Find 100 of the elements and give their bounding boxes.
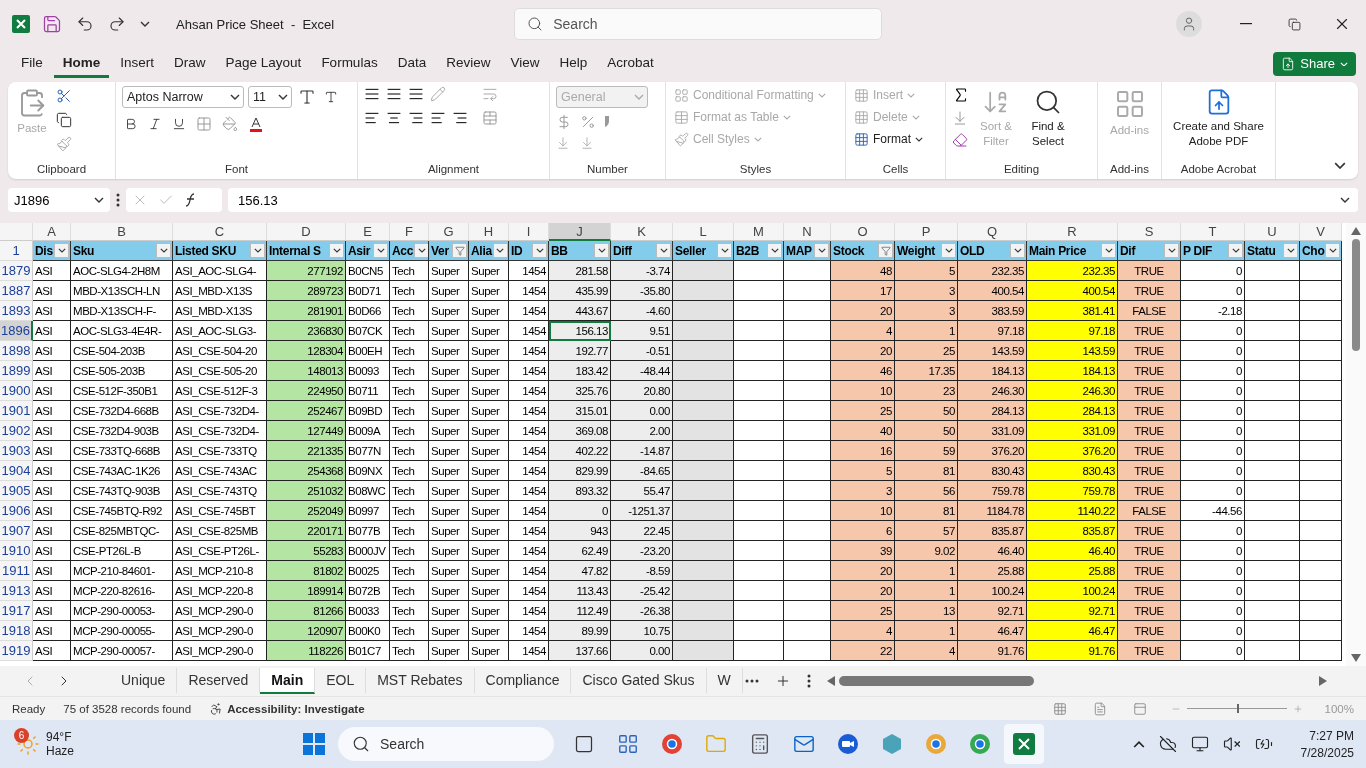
spreadsheet-app-button[interactable] <box>1004 724 1044 765</box>
filter-button[interactable] <box>1164 243 1179 259</box>
column-header[interactable]: H <box>469 223 509 242</box>
font-size-field[interactable]: 11 <box>248 85 292 108</box>
row-header[interactable]: 1911 <box>0 561 33 582</box>
column-header[interactable]: G <box>429 223 469 242</box>
menu-tab[interactable]: Review <box>437 49 500 79</box>
sheet-tab[interactable]: Main <box>260 668 316 695</box>
filter-button[interactable] <box>717 243 732 259</box>
column-header[interactable]: B <box>71 223 173 242</box>
row-header[interactable]: 1913 <box>0 581 33 602</box>
weather-widget[interactable]: 6 94°F Haze <box>16 724 74 765</box>
row-header[interactable]: 1904 <box>0 461 33 482</box>
filter-button[interactable] <box>414 243 428 259</box>
column-header[interactable]: M <box>734 223 784 242</box>
column-header[interactable]: V <box>1300 223 1342 242</box>
sheet-tab[interactable]: W <box>706 668 743 695</box>
menu-tab[interactable]: Acrobat <box>598 49 663 79</box>
row-header[interactable]: 1898 <box>0 341 33 362</box>
formula-field[interactable]: 156.13 <box>228 188 1358 213</box>
column-header[interactable]: C <box>173 223 267 242</box>
find-select-button[interactable]: Find & Select <box>1022 85 1074 162</box>
sheet-tab[interactable]: EOL <box>315 668 367 695</box>
filter-button[interactable] <box>656 243 671 259</box>
column-header[interactable]: P <box>895 223 958 242</box>
row-header[interactable]: 1893 <box>0 301 33 322</box>
sheet-tab[interactable]: Cisco Gated Skus <box>571 668 707 695</box>
scrollbar-thumb[interactable] <box>838 676 1034 687</box>
cells-menu-button[interactable]: Format <box>852 129 925 149</box>
menu-tab[interactable]: View <box>501 49 549 79</box>
filter-button[interactable] <box>1101 243 1116 259</box>
menu-tab[interactable]: Draw <box>165 49 215 79</box>
font-name-field[interactable]: Aptos Narrow <box>122 85 244 108</box>
filter-button[interactable] <box>156 243 171 259</box>
customize-button[interactable] <box>138 19 152 29</box>
menu-tab[interactable]: Formulas <box>312 49 387 79</box>
filter-button[interactable] <box>492 243 508 259</box>
column-header[interactable]: I <box>509 223 549 242</box>
filter-button[interactable] <box>767 243 782 259</box>
column-header[interactable]: N <box>784 223 831 242</box>
row-header[interactable]: 1887 <box>0 281 33 302</box>
row-header[interactable]: 1899 <box>0 361 33 382</box>
filter-button[interactable] <box>941 243 956 259</box>
scrollbar-thumb[interactable] <box>1352 239 1360 352</box>
filter-button[interactable] <box>1283 243 1298 259</box>
sheet-tab[interactable]: Unique <box>110 668 178 695</box>
row-header[interactable]: 1907 <box>0 521 33 542</box>
row-header[interactable]: 1896 <box>0 321 33 342</box>
menu-tab[interactable]: Page Layout <box>216 49 311 79</box>
column-header[interactable]: T <box>1181 223 1245 242</box>
sheet-tab[interactable]: Compliance <box>474 668 572 695</box>
filter-button[interactable] <box>532 243 547 259</box>
search-field[interactable]: Search <box>514 8 883 40</box>
row-header[interactable]: 1919 <box>0 641 33 662</box>
filter-button[interactable] <box>54 243 69 259</box>
zoom-thumb[interactable] <box>1236 704 1239 714</box>
column-header[interactable]: K <box>611 223 673 242</box>
menu-tab[interactable]: Insert <box>111 49 164 79</box>
row-header[interactable]: 1910 <box>0 541 33 562</box>
column-header[interactable]: O <box>831 223 895 242</box>
filter-button[interactable] <box>814 243 829 259</box>
vertical-scrollbar[interactable] <box>1346 223 1366 667</box>
name-box[interactable]: J1896 <box>8 188 110 213</box>
filter-button[interactable] <box>329 243 344 259</box>
taskbar-search-field[interactable]: Search <box>338 727 554 762</box>
row-header[interactable]: 1901 <box>0 401 33 422</box>
column-header[interactable]: S <box>1118 223 1181 242</box>
column-header[interactable]: Q <box>958 223 1027 242</box>
filter-button[interactable] <box>1325 243 1341 259</box>
menu-tab[interactable]: Home <box>53 49 110 79</box>
share-button[interactable]: Share <box>1273 51 1356 76</box>
row-header[interactable]: 1917 <box>0 601 33 622</box>
row-header[interactable]: 1879 <box>0 261 33 282</box>
menu-tab[interactable]: Help <box>550 49 597 79</box>
row-header[interactable]: 1902 <box>0 421 33 442</box>
selected-cell[interactable]: 156.13 <box>549 321 611 342</box>
column-header[interactable]: J <box>549 223 611 242</box>
column-header[interactable]: L <box>673 223 734 242</box>
row-header[interactable]: 1 <box>0 241 33 262</box>
filter-button[interactable] <box>1010 243 1025 259</box>
column-header[interactable]: A <box>33 223 71 242</box>
filter-button[interactable] <box>250 243 265 259</box>
filter-button[interactable] <box>594 243 609 259</box>
accessibility-status[interactable]: Accessibility: Investigate <box>227 702 365 715</box>
column-header[interactable]: E <box>346 223 390 242</box>
row-header[interactable]: 1918 <box>0 621 33 642</box>
create-pdf-button[interactable]: Create and Share Adobe PDF <box>1168 85 1269 162</box>
menu-tab[interactable]: Data <box>388 49 436 79</box>
row-header[interactable]: 1900 <box>0 381 33 402</box>
filter-button[interactable] <box>1228 243 1243 259</box>
filter-button[interactable] <box>373 243 388 259</box>
row-header[interactable]: 1905 <box>0 481 33 502</box>
row-header[interactable]: 1906 <box>0 501 33 522</box>
column-header[interactable]: R <box>1027 223 1118 242</box>
row-header[interactable]: 1903 <box>0 441 33 462</box>
menu-tab[interactable]: File <box>12 49 52 79</box>
column-header[interactable]: U <box>1245 223 1300 242</box>
column-header[interactable]: D <box>267 223 346 242</box>
sheet-tab[interactable]: MST Rebates <box>366 668 475 695</box>
column-header[interactable]: F <box>390 223 429 242</box>
